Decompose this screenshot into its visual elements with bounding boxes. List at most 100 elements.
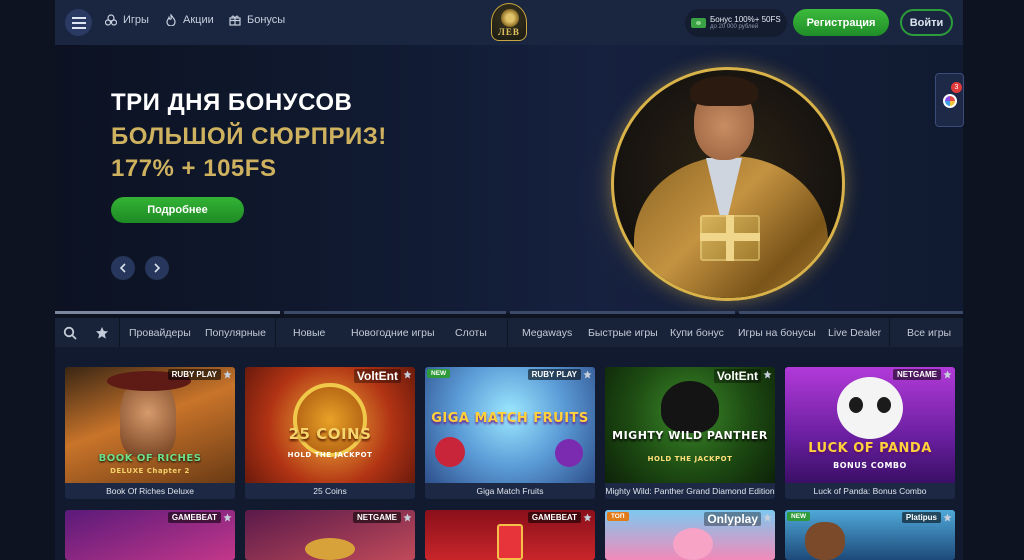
nav-bonuses[interactable]: Бонусы (229, 14, 285, 26)
nav-games-label: Игры (123, 14, 149, 26)
provider-badge: GAMEBEAT (167, 512, 221, 523)
nav-games[interactable]: Игры (105, 14, 149, 26)
top-header: Игры Акции Бонусы ЛЕВ Бонус 100%+ 50FS д… (55, 0, 963, 45)
star-icon[interactable] (95, 326, 109, 340)
menu-burger-button[interactable] (65, 9, 92, 36)
category-separator (119, 318, 120, 347)
provider-badge: NETGAME (353, 512, 401, 523)
games-grid: BOOK OF RICHES DELUXE Chapter 2 RUBY PLA… (55, 347, 963, 560)
game-name: Book Of Riches Deluxe (106, 486, 194, 496)
favorite-star-icon[interactable] (763, 513, 772, 522)
promo-banner: ТРИ ДНЯ БОНУСОВ БОЛЬШОЙ СЮРПРИЗ! 177% + … (55, 45, 963, 313)
game-art-pirate (805, 522, 845, 560)
category-separator (507, 318, 508, 347)
login-button[interactable]: Войти (900, 9, 953, 36)
banner-more-button[interactable]: Подробнее (111, 197, 244, 223)
favorite-star-icon[interactable] (583, 370, 592, 379)
category-popular[interactable]: Популярные (205, 327, 266, 339)
nav-bonuses-label: Бонусы (247, 14, 286, 26)
game-art-fruit (555, 439, 583, 467)
game-thumbnail: LUCK OF PANDA BONUS COMBO NETGAME (785, 367, 955, 483)
banner-offer: 177% + 105FS (111, 155, 277, 182)
game-logo-text: LUCK OF PANDA (808, 441, 932, 456)
logo-text: ЛЕВ (498, 27, 520, 37)
game-logo-subtext: HOLD THE JACKPOT (287, 451, 373, 459)
banner-progress-3[interactable] (510, 311, 735, 314)
category-live-dealer[interactable]: Live Dealer (828, 327, 881, 339)
notification-badge: 3 (951, 82, 962, 93)
banner-progress-1[interactable] (55, 311, 280, 314)
provider-badge: GAMEBEAT (527, 512, 581, 523)
game-art-pot (305, 538, 355, 560)
search-icon[interactable] (63, 326, 77, 340)
game-art-panther (661, 381, 719, 433)
game-thumbnail: 25 COINS HOLD THE JACKPOT VoltEnt (245, 367, 415, 483)
game-thumbnail: BOOK OF RICHES DELUXE Chapter 2 RUBY PLA… (65, 367, 235, 483)
new-tag: NEW (787, 512, 811, 521)
banner-progress-2[interactable] (284, 311, 506, 314)
game-logo-subtext: DELUXE Chapter 2 (110, 467, 190, 475)
category-fast-games[interactable]: Быстрые игры (588, 327, 658, 339)
fortune-wheel-widget[interactable]: 3 (935, 73, 964, 127)
register-button[interactable]: Регистрация (793, 9, 889, 36)
game-name: Luck of Panda: Bonus Combo (813, 486, 927, 496)
person-hair (690, 76, 758, 106)
provider-badge: NETGAME (893, 369, 941, 380)
favorite-star-icon[interactable] (223, 513, 232, 522)
category-separator (889, 318, 890, 347)
favorite-star-icon[interactable] (583, 513, 592, 522)
provider-badge: RUBY PLAY (167, 369, 221, 380)
banner-prev-button[interactable] (111, 256, 135, 280)
game-card[interactable]: 25 COINS HOLD THE JACKPOT VoltEnt 25 Coi… (245, 367, 415, 499)
game-card[interactable]: GIGA MATCH FRUITS NEW RUBY PLAY Giga Mat… (425, 367, 595, 499)
category-new[interactable]: Новые (293, 327, 325, 339)
banner-progress-4[interactable] (739, 311, 963, 314)
category-bonus-games[interactable]: Игры на бонусы (738, 327, 816, 339)
favorite-star-icon[interactable] (403, 513, 412, 522)
top-tag: ТОП (607, 512, 629, 521)
game-card[interactable]: LUCK OF PANDA BONUS COMBO NETGAME Luck o… (785, 367, 955, 499)
casino-page: Игры Акции Бонусы ЛЕВ Бонус 100%+ 50FS д… (0, 0, 1024, 560)
category-megaways[interactable]: Megaways (522, 327, 572, 339)
game-card[interactable]: MIGHTY WILD PANTHER HOLD THE JACKPOT Vol… (605, 367, 775, 499)
category-slots[interactable]: Слоты (455, 327, 487, 339)
category-providers[interactable]: Провайдеры (129, 327, 191, 339)
game-logo-text: GIGA MATCH FRUITS (431, 411, 589, 426)
lion-icon (501, 9, 519, 27)
game-art-panda-eye (877, 397, 891, 413)
game-art-coin (293, 383, 367, 457)
nav-promos-label: Акции (183, 14, 214, 26)
banner-next-button[interactable] (145, 256, 169, 280)
banner-subtitle: БОЛЬШОЙ СЮРПРИЗ! (111, 123, 387, 150)
game-card[interactable]: ТОП Onlyplay (605, 510, 775, 560)
category-all-games[interactable]: Все игры (907, 327, 951, 339)
game-art-piggy (673, 528, 713, 560)
game-card[interactable]: GAMEBEAT (65, 510, 235, 560)
game-logo-subtext: BONUS COMBO (833, 461, 907, 470)
bonus-sub-text: до 20 000 рублей (710, 24, 759, 31)
favorite-star-icon[interactable] (763, 370, 772, 379)
nav-promos[interactable]: Акции (165, 14, 214, 26)
game-thumbnail: MIGHTY WILD PANTHER HOLD THE JACKPOT Vol… (605, 367, 775, 483)
banner-portrait (611, 67, 845, 301)
favorite-star-icon[interactable] (403, 370, 412, 379)
chevron-left-icon (119, 263, 126, 273)
game-logo-subtext: HOLD THE JACKPOT (647, 455, 733, 463)
bonus-main-text: Бонус 100%+ 50FS (710, 14, 781, 24)
game-card[interactable]: BOOK OF RICHES DELUXE Chapter 2 RUBY PLA… (65, 367, 235, 499)
welcome-bonus-pill[interactable]: Бонус 100%+ 50FS до 20 000 рублей (685, 9, 787, 37)
site-logo[interactable]: ЛЕВ (491, 3, 527, 41)
favorite-star-icon[interactable] (223, 370, 232, 379)
provider-badge: Onlyplay (704, 512, 761, 526)
hamburger-icon (71, 16, 86, 29)
game-card[interactable]: GAMEBEAT (425, 510, 595, 560)
category-buy-bonus[interactable]: Купи бонус (670, 327, 724, 339)
favorite-star-icon[interactable] (943, 370, 952, 379)
game-art-fruit (435, 437, 465, 467)
game-thumbnail: GIGA MATCH FRUITS NEW RUBY PLAY (425, 367, 595, 483)
game-card[interactable]: NETGAME (245, 510, 415, 560)
game-name: Mighty Wild: Panther Grand Diamond Editi… (605, 486, 775, 496)
game-card[interactable]: NEW Platipus (785, 510, 955, 560)
favorite-star-icon[interactable] (943, 513, 952, 522)
category-newyear[interactable]: Новогодние игры (351, 327, 435, 339)
